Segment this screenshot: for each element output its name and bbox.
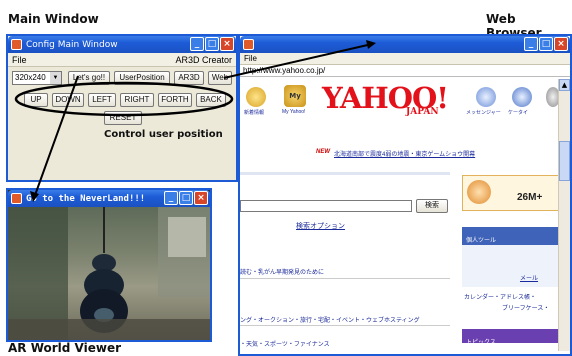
browser-title-bar[interactable]: _ □ ×: [240, 36, 570, 53]
web-browser-window: _ □ × File http://www.yahoo.co.jp/ My 新着…: [238, 34, 572, 356]
scroll-thumb[interactable]: [559, 141, 570, 181]
web-button[interactable]: Web: [208, 71, 232, 85]
sidebar-links-line2[interactable]: ブリーフケース・: [502, 303, 549, 312]
content-divider: [240, 172, 450, 175]
browser-scrollbar[interactable]: ▲: [558, 79, 570, 351]
sidebar-mail-link[interactable]: メール: [520, 273, 538, 282]
nav-icon-messenger[interactable]: [476, 87, 496, 107]
ar-window-title: Go to the NeverLand!!!: [26, 193, 146, 204]
minimize-icon[interactable]: _: [524, 37, 538, 51]
maximize-icon[interactable]: □: [205, 37, 219, 51]
address-url[interactable]: http://www.yahoo.co.jp/: [243, 66, 325, 75]
ar-title-bar[interactable]: Go to the NeverLand!!! _ □ ×: [8, 190, 210, 207]
search-button[interactable]: 検索: [416, 199, 448, 213]
browser-menu-file[interactable]: File: [244, 54, 257, 63]
content-divider-3: [240, 325, 450, 326]
sidebar-topics-label: トピックス: [466, 340, 496, 346]
caption-control-user-position: Control user position: [104, 129, 223, 140]
ar-app-icon: [11, 193, 22, 204]
left-button[interactable]: LEFT: [88, 93, 116, 107]
main-app-icon: [11, 39, 22, 50]
chevron-down-icon[interactable]: ▼: [50, 72, 61, 84]
sidebar-topics-header: トピックス: [462, 329, 560, 346]
main-title-bar[interactable]: Config Main Window _ □ ×: [8, 36, 236, 53]
main-window-title: Config Main Window: [26, 39, 118, 50]
maximize-icon[interactable]: □: [179, 191, 193, 205]
search-options-link[interactable]: 検索オプション: [296, 221, 345, 231]
close-icon[interactable]: ×: [220, 37, 234, 51]
nav-icon-myyahoo[interactable]: My: [284, 85, 306, 107]
resolution-select[interactable]: 320x240 ▼: [12, 71, 62, 85]
maximize-icon[interactable]: □: [539, 37, 553, 51]
resolution-value: 320x240: [15, 73, 46, 82]
main-menu-file[interactable]: File: [12, 55, 27, 65]
ar-scene-graphic: [8, 207, 210, 340]
ad-banner[interactable]: 26M+: [462, 175, 560, 211]
sidebar-personal-tools: 個人ツール メール: [462, 227, 560, 287]
up-button[interactable]: UP: [24, 93, 48, 107]
ar-camera-view[interactable]: [8, 207, 210, 340]
search-input[interactable]: [240, 200, 412, 212]
sidebar-header-label: 個人ツール: [466, 238, 497, 244]
minimize-icon[interactable]: _: [164, 191, 178, 205]
close-icon[interactable]: ×: [554, 37, 568, 51]
browser-content: My 新着情報 My Yahoo! YAHOO! JAPAN メッセンジャー ケ…: [240, 79, 560, 354]
link-line-2[interactable]: ング・オークション・旅行・宅配・イベント・ウェブホスティング: [240, 315, 420, 324]
control-panel: 320x240 ▼ Let's go!! UserPosition AR3D W…: [8, 67, 236, 177]
news-headline[interactable]: 北海道南部で震度4弱の地震・東京ゲームショウ開幕: [334, 149, 475, 158]
scroll-up-icon[interactable]: ▲: [559, 79, 570, 91]
reset-button[interactable]: RESET: [104, 111, 142, 125]
nav-label-messenger[interactable]: メッセンジャー: [466, 109, 501, 116]
nav-icon-whatsnew[interactable]: [246, 87, 266, 107]
yahoo-logo-sub: JAPAN: [406, 107, 439, 117]
ad-text: 26M+: [517, 192, 543, 203]
ad-character-icon: [467, 180, 491, 204]
browser-menu-bar: File: [240, 53, 570, 65]
ar3d-button[interactable]: AR3D: [174, 71, 204, 85]
caption-ar-world-viewer: AR World Viewer: [8, 341, 122, 355]
ar-viewer-window: Go to the NeverLand!!! _ □ ×: [6, 188, 212, 342]
nav-label-whatsnew[interactable]: 新着情報: [244, 109, 264, 116]
lets-go-button[interactable]: Let's go!!: [68, 71, 110, 85]
content-divider-2: [240, 278, 450, 279]
sidebar-links-line1[interactable]: カレンダー・アドレス帳・: [464, 292, 536, 301]
right-button[interactable]: RIGHT: [120, 93, 154, 107]
nav-label-mobile[interactable]: ケータイ: [508, 109, 528, 116]
address-bar[interactable]: http://www.yahoo.co.jp/: [240, 65, 570, 77]
yahoo-logo[interactable]: YAHOO! JAPAN: [322, 81, 462, 119]
main-menu-bar: File AR3D Creator: [8, 53, 236, 67]
forth-button[interactable]: FORTH: [158, 93, 192, 107]
link-line-1[interactable]: 読む・乳がん早期発見のために: [240, 267, 324, 276]
browser-app-icon: [243, 39, 254, 50]
main-window: Config Main Window _ □ × File AR3D Creat…: [6, 34, 238, 182]
sidebar-header: 個人ツール: [462, 227, 560, 245]
minimize-icon[interactable]: _: [190, 37, 204, 51]
news-badge: NEW: [316, 149, 330, 155]
link-line-3[interactable]: ・天気・スポーツ・ファイナンス: [240, 339, 330, 348]
nav-label-myyahoo[interactable]: My Yahoo!: [282, 109, 305, 115]
back-button[interactable]: BACK: [196, 93, 226, 107]
user-position-button[interactable]: UserPosition: [114, 71, 170, 85]
close-icon[interactable]: ×: [194, 191, 208, 205]
caption-main-window: Main Window: [8, 12, 99, 26]
down-button[interactable]: DOWN: [52, 93, 84, 107]
nav-icon-mobile[interactable]: [512, 87, 532, 107]
app-name-label: AR3D Creator: [175, 55, 232, 65]
